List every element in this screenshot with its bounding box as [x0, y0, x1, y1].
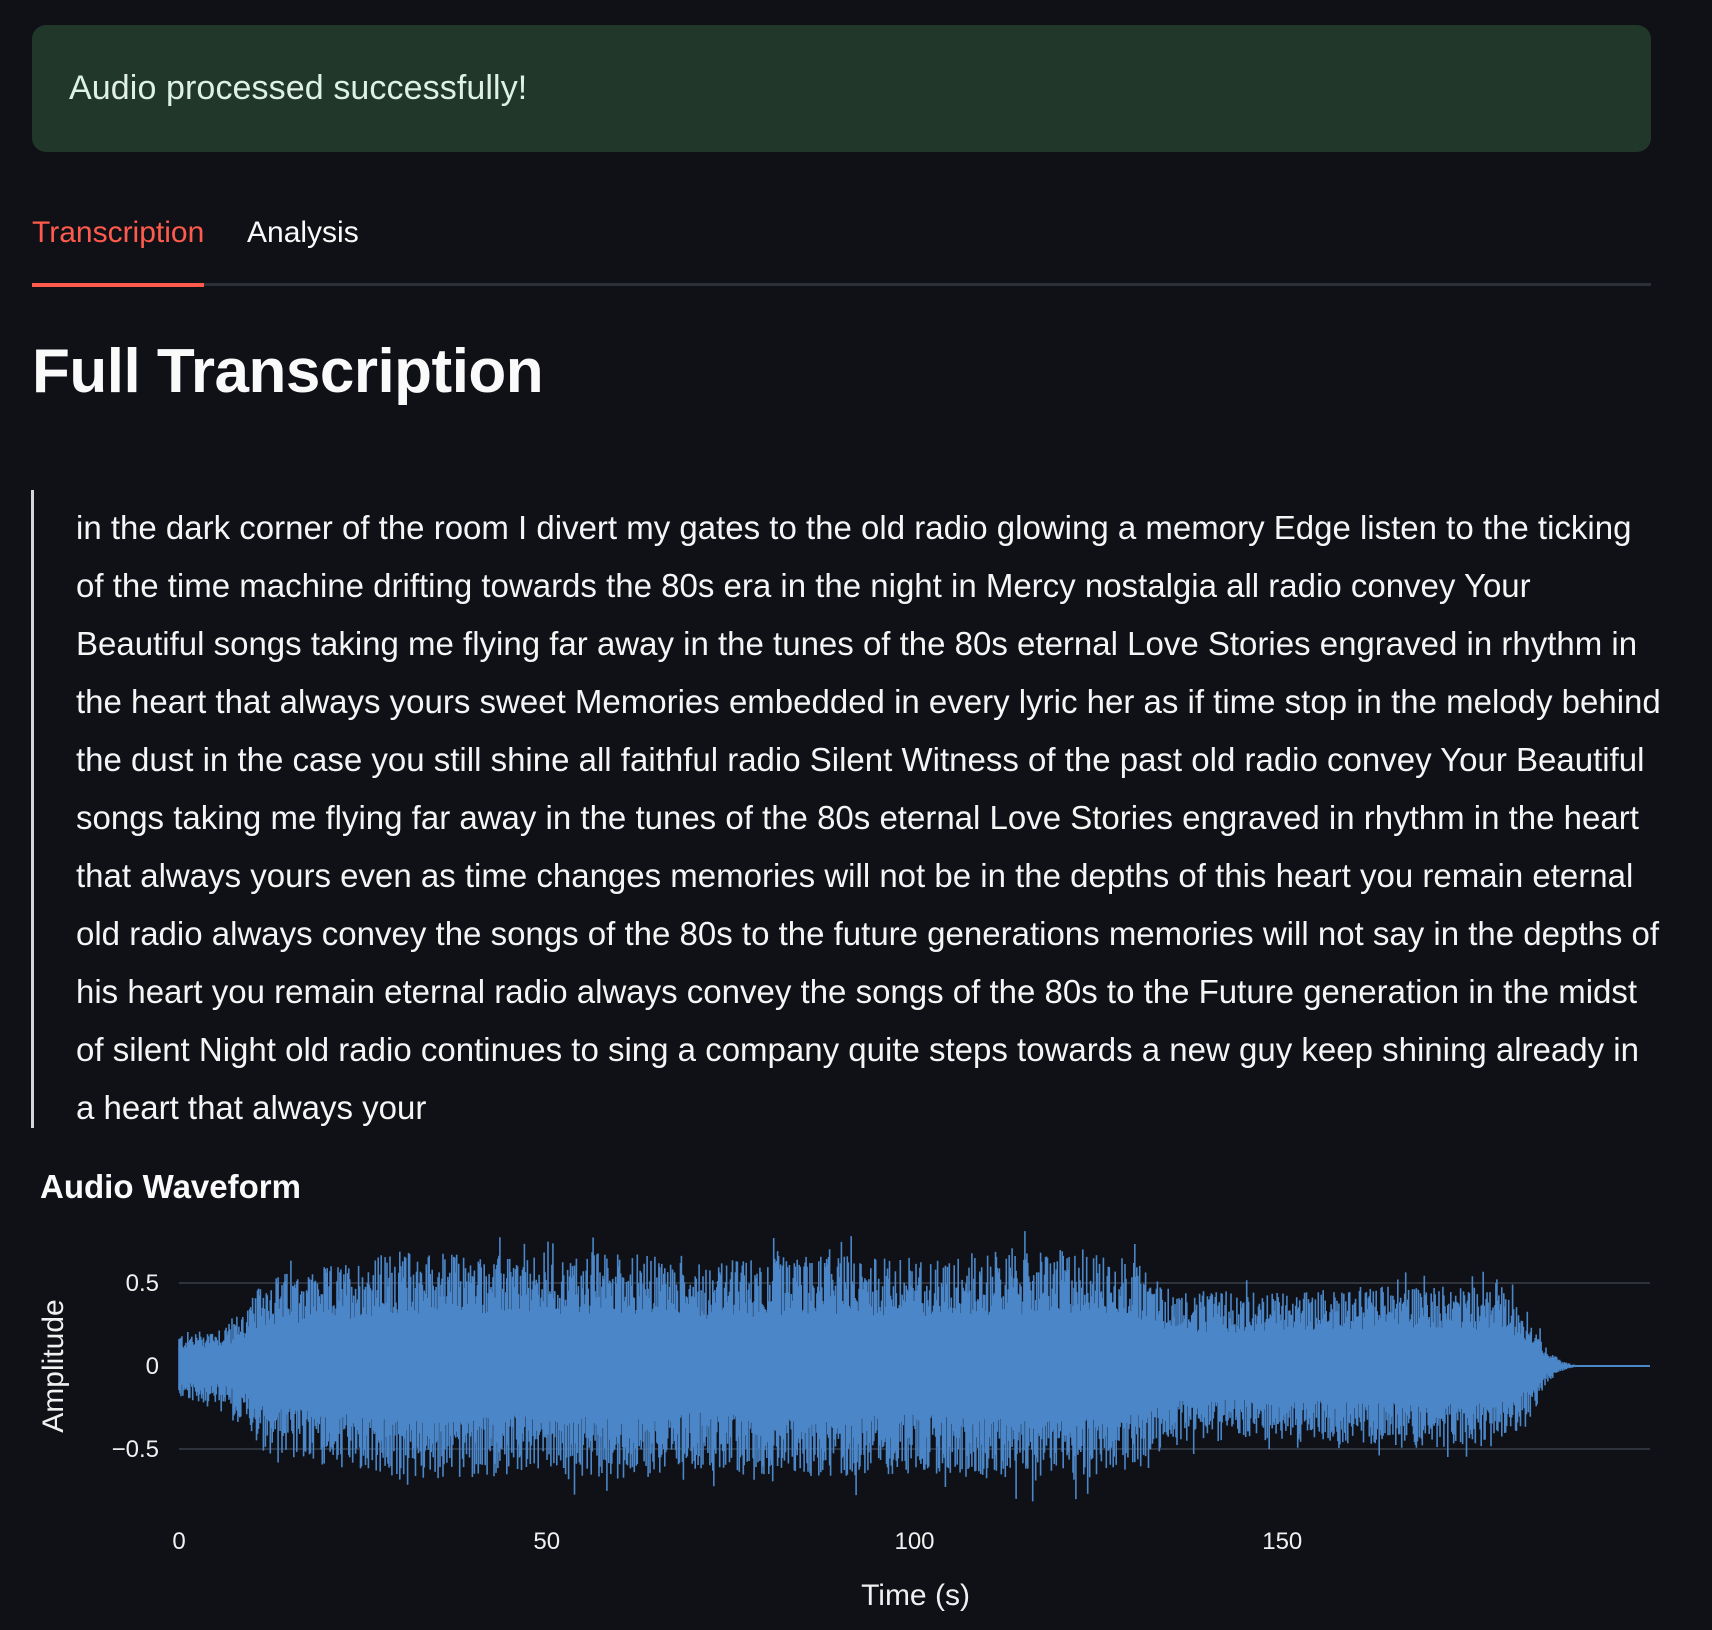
waveform-series — [178, 1231, 1650, 1502]
tab-bar: Transcription Analysis — [32, 208, 1651, 287]
transcription-text: in the dark corner of the room I divert … — [76, 509, 1661, 1126]
y-tick-label: 0 — [146, 1353, 159, 1380]
tab-analysis[interactable]: Analysis — [247, 216, 359, 250]
x-tick-label: 50 — [533, 1528, 560, 1555]
x-axis-title: Time (s) — [861, 1579, 970, 1612]
page-title: Full Transcription — [32, 337, 544, 406]
success-alert-message: Audio processed successfully! — [69, 69, 528, 107]
y-axis-title: Amplitude — [37, 1299, 70, 1432]
waveform-title: Audio Waveform — [40, 1168, 301, 1205]
transcription-blockquote: in the dark corner of the room I divert … — [31, 490, 1661, 1128]
tab-transcription[interactable]: Transcription — [32, 216, 205, 287]
x-tick-label: 150 — [1262, 1528, 1302, 1555]
x-tick-label: 100 — [894, 1528, 934, 1555]
success-alert: Audio processed successfully! — [32, 25, 1651, 152]
waveform-line — [178, 1231, 1646, 1502]
x-tick-label: 0 — [172, 1528, 185, 1555]
app-page: Audio processed successfully! Transcript… — [0, 0, 1712, 1630]
waveform-chart: 0.5 0 −0.5 0 50 100 150 Time (s) Amplitude — [37, 1231, 1650, 1612]
y-tick-label: −0.5 — [112, 1436, 159, 1463]
y-tick-label: 0.5 — [126, 1270, 159, 1297]
